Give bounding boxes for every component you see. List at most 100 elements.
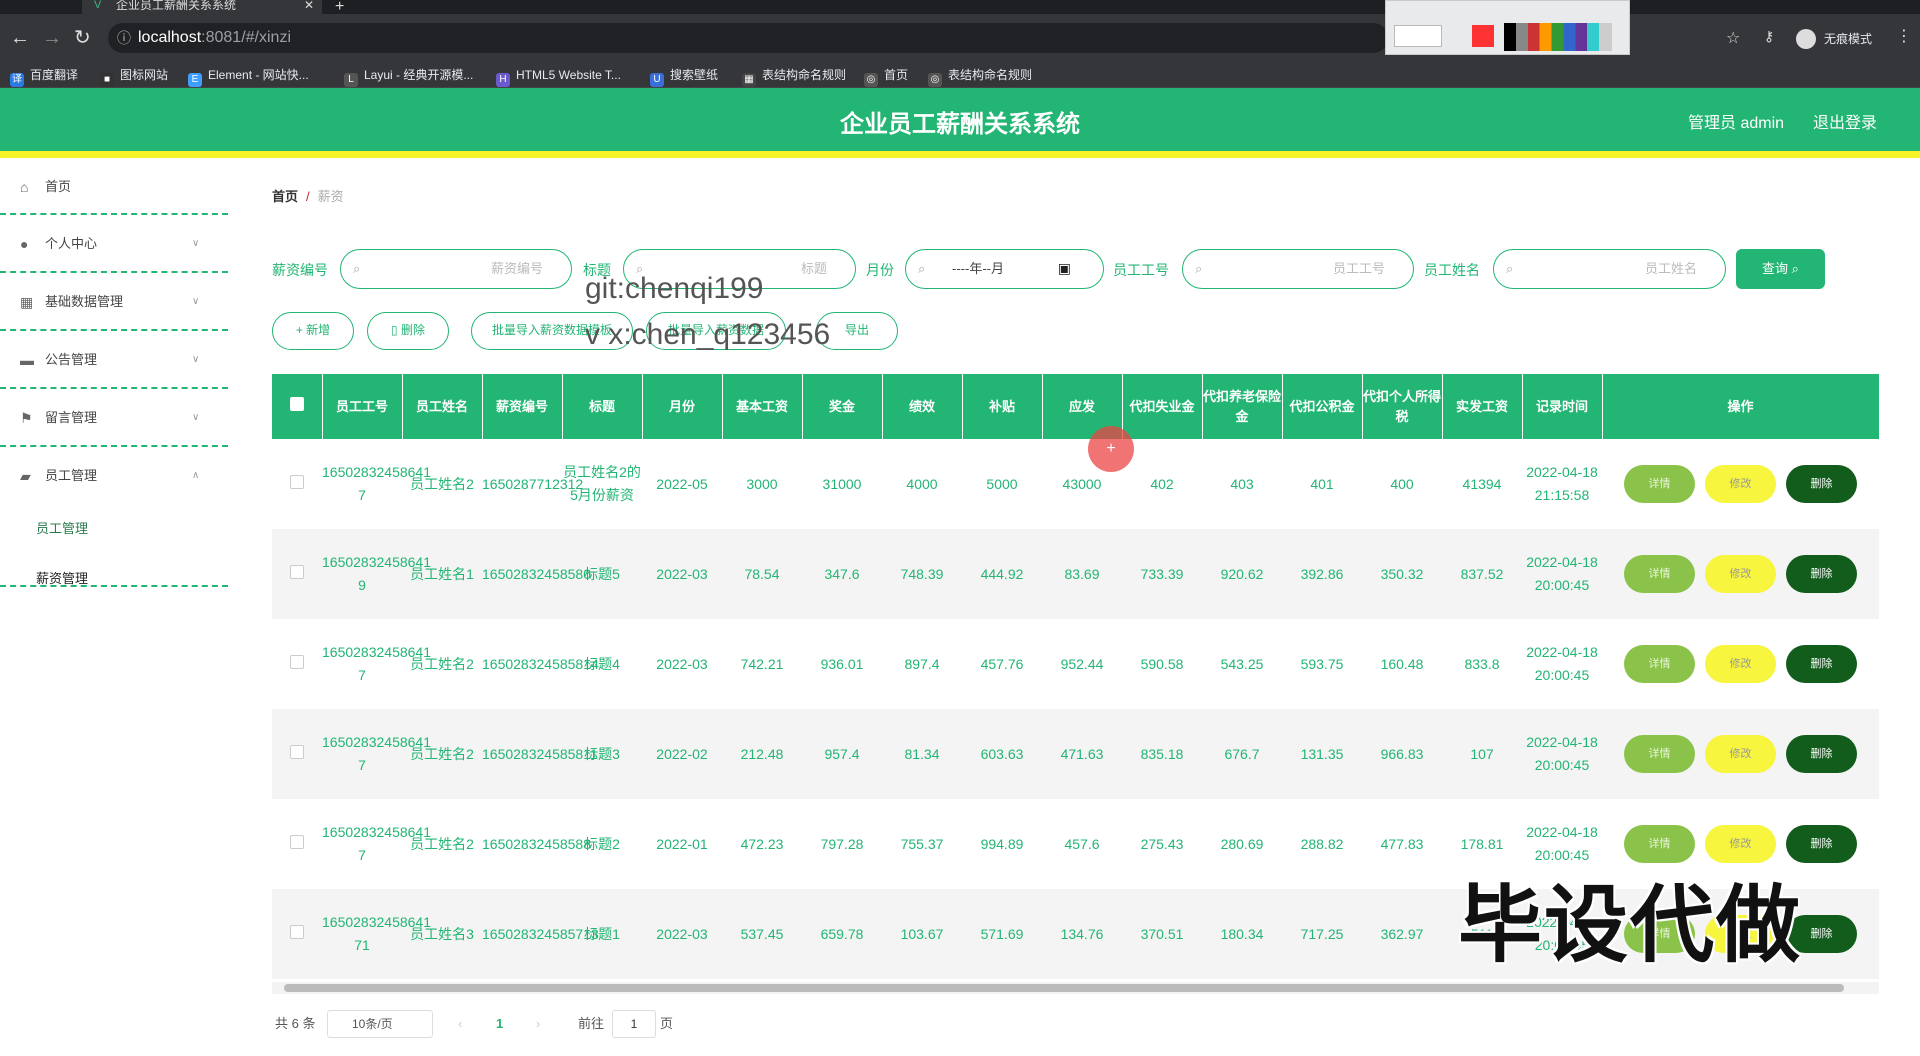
bookmarks-bar: 译百度翻译 ■ 图标网站 E Element - 网站快... L Layui - 经… (0, 62, 1920, 88)
page-number[interactable]: 1 (496, 1010, 503, 1038)
emp-name-input[interactable]: ⌕ 员工姓名 (1493, 249, 1726, 289)
horizontal-scrollbar[interactable] (272, 982, 1879, 994)
select-all-checkbox[interactable] (272, 374, 323, 439)
detail-button[interactable]: 详情 (1624, 645, 1695, 683)
detail-button[interactable]: 详情 (1624, 735, 1695, 773)
th-title: 标题 (562, 374, 643, 439)
scrollbar-thumb[interactable] (284, 984, 1844, 992)
row-checkbox[interactable] (272, 439, 322, 529)
bookmark-7[interactable]: ◎ 首页 (864, 62, 908, 88)
reload-icon[interactable]: ↻ (74, 26, 91, 50)
sidebar-item-employee[interactable]: ▰ 员工管理 ∧ (0, 447, 228, 587)
delete-row-button[interactable]: 删除 (1786, 465, 1857, 503)
grid-icon: ▦ (20, 294, 34, 310)
app-header: 企业员工薪酬关系系统 管理员 admin 退出登录 (0, 88, 1920, 158)
row-checkbox[interactable] (272, 799, 322, 889)
page-jump-input[interactable]: 1 (612, 1010, 656, 1038)
star-icon[interactable]: ☆ (1726, 28, 1740, 48)
row-checkbox[interactable] (272, 619, 322, 709)
th-time: 记录时间 (1522, 374, 1603, 439)
delete-button[interactable]: ▯ 删除 (367, 312, 449, 350)
table-cell: 81.34 (882, 709, 962, 799)
bookmark-0[interactable]: 译百度翻译 (10, 62, 78, 88)
menu-icon[interactable]: ⋮ (1896, 26, 1912, 46)
table-cell: 444.92 (962, 529, 1042, 619)
bookmark-8[interactable]: ◎ 表结构命名规则 (928, 62, 1032, 88)
edit-button[interactable]: 修改 (1705, 735, 1776, 773)
sidebar-sub-employee[interactable]: 员工管理 (36, 518, 88, 537)
current-color-swatch[interactable] (1472, 25, 1494, 47)
vue-icon: V (94, 0, 102, 11)
home-icon: ⌂ (20, 179, 29, 195)
table-cell: 83.69 (1042, 529, 1122, 619)
logout-link[interactable]: 退出登录 (1813, 88, 1877, 160)
table-cell: 2022-04-18 20:00:45 (1522, 529, 1602, 619)
table-cell: 16502832458641 9 (322, 529, 431, 619)
sidebar-sub-salary[interactable]: 薪资管理 (36, 568, 88, 587)
table-cell: 160.48 (1380, 655, 1424, 672)
table-cell: 165028324585713 (482, 889, 599, 979)
color-palette[interactable] (1504, 23, 1612, 51)
cursor-indicator: + (1088, 426, 1134, 472)
row-checkbox[interactable] (272, 529, 322, 619)
back-icon[interactable]: ← (10, 26, 30, 50)
sidebar: ⌂ 首页 ● 个人中心 ∨ ▦ 基础数据管理 ∨ ▬ 公告管理 ∨ ⚑ 留言管理 ∨ ▰ 员工管理 ∧… (0, 165, 228, 1056)
sidebar-item-basedata[interactable]: ▦ 基础数据管理 ∨ (0, 273, 228, 331)
emp-no-input[interactable]: ⌕ 员工工号 (1182, 249, 1414, 289)
delete-row-button[interactable]: 删除 (1786, 555, 1857, 593)
detail-button[interactable]: 详情 (1624, 555, 1695, 593)
sidebar-item-message[interactable]: ⚑ 留言管理 ∨ (0, 389, 228, 447)
month-input[interactable]: ⌕ ----年--月 ▣ (905, 249, 1104, 289)
th-emp-no: 员工工号 (322, 374, 403, 439)
next-page-icon[interactable]: › (536, 1010, 540, 1038)
table-cell: 31000 (822, 475, 862, 492)
table-cell: 350.32 (1362, 529, 1442, 619)
close-icon[interactable]: ✕ (304, 0, 314, 11)
bookmark-3[interactable]: L Layui - 经典开源模... (344, 62, 473, 88)
row-checkbox[interactable] (272, 889, 322, 979)
page-size-select[interactable]: 10条/页 (327, 1010, 433, 1038)
row-checkbox[interactable] (272, 709, 322, 799)
table-cell: 16502832458641 7 (322, 824, 432, 863)
emp-no-label: 员工工号 (1113, 262, 1169, 278)
browser-tab[interactable]: V 企业员工薪酬关系系统 ✕ (82, 0, 322, 14)
bookmark-1[interactable]: ■ 图标网站 (100, 62, 168, 88)
edit-button[interactable]: 修改 (1705, 645, 1776, 683)
forward-icon[interactable]: → (42, 26, 62, 50)
table-cell: 员工姓名1 (402, 529, 482, 619)
edit-button[interactable]: 修改 (1705, 465, 1776, 503)
table-cell: 280.69 (1220, 835, 1264, 852)
table-cell: 400 (1390, 475, 1414, 492)
tab-title: 企业员工薪酬关系系统 (116, 0, 237, 12)
query-button[interactable]: 查询 ⌕ (1736, 249, 1825, 289)
detail-button[interactable]: 详情 (1624, 465, 1695, 503)
calendar-icon[interactable]: ▣ (1058, 250, 1071, 287)
bookmark-2[interactable]: E Element - 网站快... (188, 62, 309, 88)
delete-row-button[interactable]: 删除 (1786, 735, 1857, 773)
table-header-row: 员工工号 员工姓名 薪资编号 标题 月份 基本工资 奖金 绩效 补贴 应发 代扣… (272, 374, 1879, 439)
edit-button[interactable]: 修改 (1705, 555, 1776, 593)
bookmark-6[interactable]: ▦ 表结构命名规则 (742, 62, 846, 88)
sidebar-item-notice[interactable]: ▬ 公告管理 ∨ (0, 331, 228, 389)
address-bar[interactable]: ⓘ localhost:8081/#/xinzi (108, 23, 1388, 53)
sidebar-item-profile[interactable]: ● 个人中心 ∨ (0, 215, 228, 273)
breadcrumb-current: 薪资 (317, 189, 344, 204)
table-cell: 2022-03 (642, 889, 722, 979)
add-button[interactable]: + 新增 (272, 312, 354, 350)
breadcrumb-home[interactable]: 首页 (272, 189, 298, 204)
delete-row-button[interactable]: 删除 (1786, 645, 1857, 683)
search-icon: ⌕ (1195, 261, 1203, 276)
trash-icon: ▯ (391, 323, 401, 337)
table-cell: 16502832458580 (482, 529, 591, 619)
table-cell: 472.23 (740, 835, 784, 852)
bookmark-5[interactable]: U 搜索壁纸 (650, 62, 718, 88)
table-cell: 2022-03 (642, 529, 722, 619)
bookmark-4[interactable]: H HTML5 Website T... (496, 62, 621, 88)
watermark-big: 毕设代做 (1458, 878, 1803, 972)
key-icon[interactable]: ⚷ (1764, 28, 1774, 45)
salary-no-input[interactable]: ⌕ 薪资编号 (340, 249, 572, 289)
sidebar-item-home[interactable]: ⌂ 首页 (0, 165, 228, 215)
pen-size-picker[interactable] (1394, 25, 1442, 47)
prev-page-icon[interactable]: ‹ (458, 1010, 462, 1038)
table-cell: 362.97 (1362, 889, 1442, 979)
